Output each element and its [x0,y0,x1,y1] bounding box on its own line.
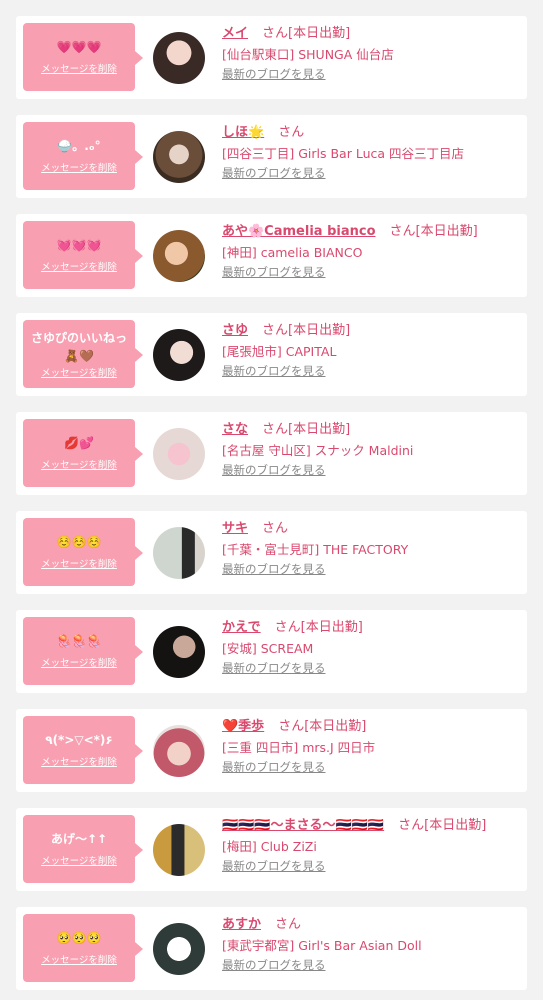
message-bubble: 🥺🥺🥺 メッセージを削除 [23,914,143,982]
latest-blog-link[interactable]: 最新のブログを見る [222,562,326,576]
message-bubble: 🍚。.ₒ° メッセージを削除 [23,122,143,190]
avatar[interactable] [153,923,205,975]
delete-message-link[interactable]: メッセージを削除 [41,64,117,76]
delete-message-link[interactable]: メッセージを削除 [41,368,117,380]
shop-name: [四谷三丁目] Girls Bar Luca 四谷三丁目店 [222,146,465,161]
shop-name: [梅田] Club ZiZi [222,839,317,854]
delete-message-link[interactable]: メッセージを削除 [41,559,117,571]
cast-name-link[interactable]: 🇹🇭🇹🇭🇹🇭〜まさる〜🇹🇭🇹🇭🇹🇭 [222,818,384,833]
honorific: さん [262,521,289,536]
message-bubble: ٩(*>▽<*)۶ メッセージを削除 [23,716,143,784]
latest-blog-link[interactable]: 最新のブログを見る [222,760,326,774]
favorite-card: さゆぴのいいねっ 🧸🤎 メッセージを削除 さゆ さん[本日出勤] [尾張旭市] C… [16,313,527,396]
shop-name: [安城] SCREAM [222,641,314,656]
today-badge: [本日出勤] [288,323,351,338]
message-bubble: ☺️☺️☺️ メッセージを削除 [23,518,143,586]
honorific: さん [398,818,425,833]
cast-name-link[interactable]: しほ🌟 [222,125,264,140]
favorite-card: ٩(*>▽<*)۶ メッセージを削除 ❤️季歩 さん[本日出勤] [三重 四日市]… [16,709,527,792]
honorific: さん [262,26,289,41]
latest-blog-link[interactable]: 最新のブログを見る [222,661,326,675]
honorific: さん [278,125,305,140]
avatar[interactable] [153,725,205,777]
cast-name-link[interactable]: さゆ [222,323,248,338]
delete-message-link[interactable]: メッセージを削除 [41,856,117,868]
avatar[interactable] [153,32,205,84]
today-badge: [本日出勤] [300,620,363,635]
latest-blog-link[interactable]: 最新のブログを見る [222,166,326,180]
honorific: さん [274,620,301,635]
message-text: ☺️☺️☺️ [56,535,102,549]
honorific: さん [275,917,302,932]
favorite-card: 🪼🪼🪼 メッセージを削除 かえで さん[本日出勤] [安城] SCREAM 最新の… [16,610,527,693]
today-badge: [本日出勤] [288,26,351,41]
favorites-list: 💗💗💗 メッセージを削除 メイ さん[本日出勤] [仙台駅東口] SHUNGA 仙… [0,0,543,1000]
avatar[interactable] [153,329,205,381]
message-text: 💋💕 [64,436,94,450]
message-text: 🥺🥺🥺 [56,931,102,945]
cast-name-link[interactable]: さな [222,422,248,437]
delete-message-link[interactable]: メッセージを削除 [41,163,117,175]
cast-name-link[interactable]: あすか [222,917,261,932]
message-bubble: さゆぴのいいねっ 🧸🤎 メッセージを削除 [23,320,143,388]
cast-name-link[interactable]: あや🌸Camelia bianco [222,224,376,239]
cast-name-link[interactable]: かえで [222,620,261,635]
latest-blog-link[interactable]: 最新のブログを見る [222,265,326,279]
latest-blog-link[interactable]: 最新のブログを見る [222,958,326,972]
favorite-card: 💓💓💓 メッセージを削除 あや🌸Camelia bianco さん[本日出勤] [… [16,214,527,297]
delete-message-link[interactable]: メッセージを削除 [41,658,117,670]
message-bubble: あげ〜↑↑ メッセージを削除 [23,815,143,883]
message-text: 🍚。.ₒ° [57,139,101,153]
delete-message-link[interactable]: メッセージを削除 [41,757,117,769]
shop-name: [東武宇都宮] Girl's Bar Asian Doll [222,938,422,953]
message-bubble: 💋💕 メッセージを削除 [23,419,143,487]
latest-blog-link[interactable]: 最新のブログを見る [222,364,326,378]
honorific: さん [262,323,289,338]
shop-name: [千葉・富士見町] THE FACTORY [222,542,409,557]
shop-name: [仙台駅東口] SHUNGA 仙台店 [222,47,394,62]
favorite-card: 🍚。.ₒ° メッセージを削除 しほ🌟 さん [四谷三丁目] Girls Bar L… [16,115,527,198]
message-text: さゆぴのいいねっ [30,330,127,345]
cast-name-link[interactable]: サキ [222,521,248,536]
shop-name: [神田] camelia BIANCO [222,245,363,260]
delete-message-link[interactable]: メッセージを削除 [41,955,117,967]
delete-message-link[interactable]: メッセージを削除 [41,262,117,274]
message-bubble: 💗💗💗 メッセージを削除 [23,23,143,91]
avatar[interactable] [153,230,205,282]
today-badge: [本日出勤] [415,224,478,239]
latest-blog-link[interactable]: 最新のブログを見る [222,67,326,81]
message-bubble: 💓💓💓 メッセージを削除 [23,221,143,289]
avatar[interactable] [153,428,205,480]
shop-name: [三重 四日市] mrs.J 四日市 [222,740,376,755]
message-text: あげ〜↑↑ [50,832,108,846]
avatar[interactable] [153,527,205,579]
avatar[interactable] [153,824,205,876]
honorific: さん [262,422,289,437]
message-bubble: 🪼🪼🪼 メッセージを削除 [23,617,143,685]
cast-name-link[interactable]: ❤️季歩 [222,719,264,734]
shop-name: [尾張旭市] CAPITAL [222,344,337,359]
shop-name: [名古屋 守山区] スナック Maldini [222,443,414,458]
honorific: さん [278,719,305,734]
message-text: 💗💗💗 [56,40,102,54]
favorite-card: あげ〜↑↑ メッセージを削除 🇹🇭🇹🇭🇹🇭〜まさる〜🇹🇭🇹🇭🇹🇭 さん[本日出勤]… [16,808,527,891]
delete-message-link[interactable]: メッセージを削除 [41,460,117,472]
honorific: さん [389,224,416,239]
avatar[interactable] [153,626,205,678]
message-text-line2: 🧸🤎 [64,348,94,363]
avatar[interactable] [153,131,205,183]
message-text: 💓💓💓 [56,238,102,252]
latest-blog-link[interactable]: 最新のブログを見る [222,859,326,873]
favorite-card: ☺️☺️☺️ メッセージを削除 サキ さん [千葉・富士見町] THE FACTO… [16,511,527,594]
latest-blog-link[interactable]: 最新のブログを見る [222,463,326,477]
today-badge: [本日出勤] [424,818,487,833]
today-badge: [本日出勤] [288,422,351,437]
message-text: ٩(*>▽<*)۶ [45,733,113,747]
today-badge: [本日出勤] [304,719,367,734]
message-text: 🪼🪼🪼 [56,634,102,648]
cast-name-link[interactable]: メイ [222,26,248,41]
favorite-card: 💋💕 メッセージを削除 さな さん[本日出勤] [名古屋 守山区] スナック Ma… [16,412,527,495]
favorite-card: 💗💗💗 メッセージを削除 メイ さん[本日出勤] [仙台駅東口] SHUNGA 仙… [16,16,527,99]
favorite-card: 🥺🥺🥺 メッセージを削除 あすか さん [東武宇都宮] Girl's Bar As… [16,907,527,990]
